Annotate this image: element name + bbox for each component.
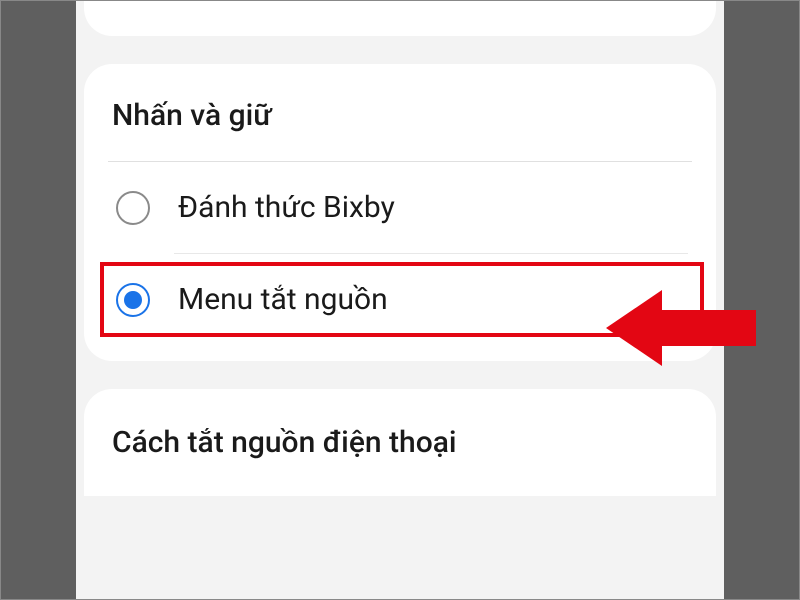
- radio-checked-icon: [116, 283, 150, 317]
- section-title: Nhấn và giữ: [112, 98, 688, 161]
- decorative-panel-left: [0, 0, 76, 600]
- option-power-off-menu[interactable]: Menu tắt nguồn: [112, 254, 688, 345]
- press-hold-section: Nhấn và giữ Đánh thức Bixby Menu tắt ngu…: [84, 64, 716, 361]
- option-label: Menu tắt nguồn: [178, 282, 388, 317]
- option-wake-bixby[interactable]: Đánh thức Bixby: [112, 162, 688, 253]
- decorative-panel-right: [724, 0, 800, 600]
- power-off-instructions-section[interactable]: Cách tắt nguồn điện thoại: [84, 389, 716, 496]
- option-label: Đánh thức Bixby: [178, 190, 395, 225]
- previous-card-edge: [84, 0, 716, 36]
- section-title: Cách tắt nguồn điện thoại: [112, 425, 688, 460]
- radio-unchecked-icon: [116, 191, 150, 225]
- settings-content: Nhấn và giữ Đánh thức Bixby Menu tắt ngu…: [76, 0, 724, 600]
